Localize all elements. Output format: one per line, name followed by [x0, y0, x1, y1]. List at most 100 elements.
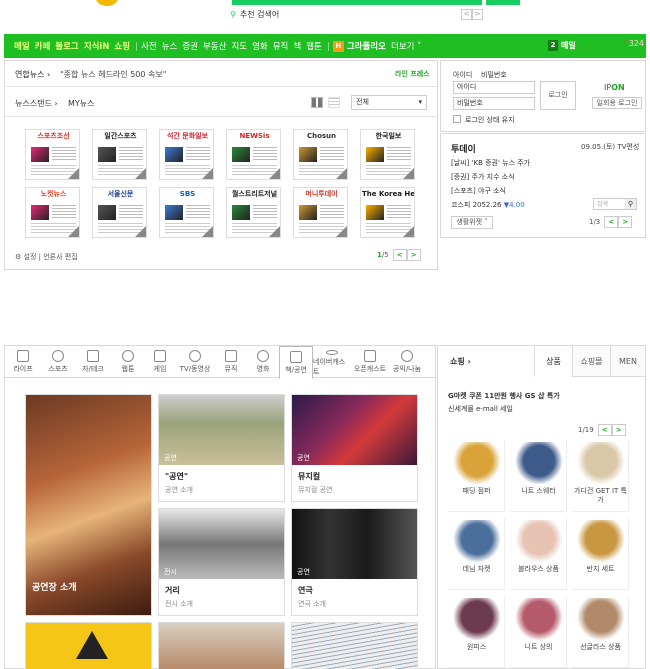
- search-suggestion[interactable]: ⚲ 추천 검색어: [230, 9, 279, 20]
- my-news-link[interactable]: MY뉴스: [68, 98, 95, 109]
- feature-tile[interactable]: 공연 연극 연극 소개: [291, 508, 418, 616]
- stock-index[interactable]: 코스피 2052.26 ▼4.00: [451, 200, 525, 210]
- nav-music[interactable]: 뮤직: [273, 40, 289, 52]
- product-item[interactable]: 니트 상의: [510, 596, 567, 668]
- today-line-2[interactable]: [증권] 주가 지수 소식: [451, 172, 515, 182]
- today-line-3[interactable]: [스포츠] 야구 소식: [451, 186, 506, 196]
- suggestion-prev-button[interactable]: <: [461, 9, 472, 20]
- onetime-login-button[interactable]: 일회용 로그인: [592, 97, 642, 109]
- news-prev-button[interactable]: <: [392, 249, 407, 261]
- product-item[interactable]: 가디건 GET IT 특가: [572, 440, 629, 512]
- promo-line-1[interactable]: G마켓 쿠폰 11만원 행사 GS 샵 특가: [448, 391, 560, 401]
- newspaper-card[interactable]: Chosun: [293, 129, 348, 180]
- newspaper-card[interactable]: 서울신문: [92, 187, 147, 238]
- newspaper-card[interactable]: 스포츠조선: [25, 129, 80, 180]
- search-icon[interactable]: ⚲: [625, 199, 636, 209]
- nav-cafe[interactable]: 카페: [35, 40, 51, 52]
- feature-tile[interactable]: [158, 622, 285, 669]
- today-date[interactable]: 09.05.(토) TV편성: [581, 142, 639, 152]
- shop-prev-button[interactable]: <: [597, 424, 612, 436]
- nav-dict[interactable]: 사전: [141, 40, 157, 52]
- tab-men[interactable]: MEN: [610, 346, 645, 377]
- newspaper-card[interactable]: 머니투데이: [293, 187, 348, 238]
- naver-logo-icon[interactable]: [95, 0, 119, 6]
- mail-count-label[interactable]: 메일: [561, 40, 576, 51]
- category-tab[interactable]: 공익/나눔: [389, 346, 425, 377]
- news-next-button[interactable]: >: [406, 249, 421, 261]
- mail-count-badge[interactable]: 2: [548, 40, 558, 51]
- category-tab[interactable]: 네이버캐스트: [313, 346, 351, 377]
- product-item[interactable]: 반지 세트: [572, 518, 629, 590]
- category-tab[interactable]: 웹툰: [111, 346, 145, 377]
- suggestion-next-button[interactable]: >: [472, 9, 483, 20]
- nav-book[interactable]: 책: [293, 40, 301, 52]
- product-item[interactable]: 블라우스 상품: [510, 518, 567, 590]
- category-tab[interactable]: 스포츠: [41, 346, 75, 377]
- today-prev-button[interactable]: <: [604, 216, 619, 228]
- promo-line-2[interactable]: 신세계몰 e-mall 세일: [448, 404, 513, 414]
- press-link[interactable]: 라인 프레스: [395, 69, 430, 79]
- nav-grafolio[interactable]: 그라폴리오: [347, 40, 386, 52]
- category-tab[interactable]: 책/공연: [279, 346, 313, 379]
- newspaper-card[interactable]: 일간스포츠: [92, 129, 147, 180]
- product-item[interactable]: 선글라스 상품: [572, 596, 629, 668]
- press-dropdown[interactable]: 전체 ▾: [351, 95, 427, 110]
- nav-kin[interactable]: 지식iN: [84, 40, 110, 52]
- nav-realestate[interactable]: 부동산: [203, 40, 226, 52]
- today-next-button[interactable]: >: [618, 216, 633, 228]
- category-tab[interactable]: 영화: [247, 346, 279, 377]
- shop-next-button[interactable]: >: [611, 424, 626, 436]
- keep-login-checkbox[interactable]: [453, 115, 461, 123]
- nav-webtoon[interactable]: 웹툰: [306, 40, 322, 52]
- category-tab[interactable]: 라이프: [5, 346, 41, 377]
- nav-news[interactable]: 뉴스: [162, 40, 178, 52]
- product-item[interactable]: 패딩 점퍼: [448, 440, 505, 512]
- nav-shopping[interactable]: 쇼핑: [114, 40, 130, 52]
- search-button[interactable]: [486, 0, 520, 5]
- feature-tile[interactable]: [291, 622, 418, 669]
- feature-tile[interactable]: [25, 622, 152, 669]
- nav-blog[interactable]: 블로그: [55, 40, 78, 52]
- newsstand-settings[interactable]: ⚙ 설정 | 언론사 편집: [15, 252, 78, 262]
- nav-more[interactable]: 더보기 ˅: [391, 40, 421, 52]
- life-widget-button[interactable]: 생활위젯 ˅: [451, 216, 493, 229]
- today-search-input[interactable]: 검색 ⚲: [593, 198, 637, 210]
- id-field[interactable]: 아이디: [453, 81, 535, 94]
- category-tab[interactable]: 자/테크: [75, 346, 111, 377]
- newspaper-card[interactable]: 노컷뉴스: [25, 187, 80, 238]
- grid-view-icon[interactable]: [311, 97, 323, 108]
- newspaper-card[interactable]: 월스트리트저널: [226, 187, 281, 238]
- newspaper-card[interactable]: 석간 문화일보: [159, 129, 214, 180]
- product-item[interactable]: 데님 자켓: [448, 518, 505, 590]
- category-tab[interactable]: 오픈캐스트: [351, 346, 389, 377]
- login-button[interactable]: 로그인: [540, 81, 576, 110]
- newspaper-card[interactable]: The Korea Herald: [360, 187, 415, 238]
- password-field[interactable]: 비밀번호: [453, 97, 535, 110]
- headline-text[interactable]: "종합 뉴스 헤드라인 500 속보": [60, 69, 166, 80]
- tab-product[interactable]: 상품: [534, 346, 572, 377]
- category-tab[interactable]: 게임: [145, 346, 175, 377]
- product-item[interactable]: 니트 스웨터: [510, 440, 567, 512]
- category-tab[interactable]: 뮤직: [215, 346, 247, 377]
- feature-tile[interactable]: 공연 뮤지컬 뮤지컬 공연: [291, 394, 418, 502]
- today-line-1[interactable]: [날씨] 'KB 증권' 뉴스 주가: [451, 158, 530, 168]
- search-input[interactable]: [232, 0, 482, 5]
- tab-mall[interactable]: 쇼핑몰: [572, 346, 610, 377]
- newsstand-link[interactable]: 뉴스스탠드 ›: [15, 98, 58, 109]
- newspaper-card[interactable]: SBS: [159, 187, 214, 238]
- headline-source[interactable]: 연합뉴스 ›: [15, 69, 50, 80]
- shopping-title[interactable]: 쇼핑 ›: [450, 356, 471, 367]
- nav-map[interactable]: 지도: [231, 40, 247, 52]
- category-tab[interactable]: TV/동영상: [175, 346, 215, 377]
- product-item[interactable]: 원피스: [448, 596, 505, 668]
- nav-movie[interactable]: 영화: [252, 40, 268, 52]
- list-view-icon[interactable]: [328, 97, 340, 108]
- ip-security-toggle[interactable]: IPON: [604, 83, 625, 92]
- newspaper-card[interactable]: NEWSis: [226, 129, 281, 180]
- feature-tile-main[interactable]: 공연장 소개: [25, 394, 152, 616]
- newspaper-card[interactable]: 한국일보: [360, 129, 415, 180]
- nav-mail[interactable]: 메일: [14, 40, 30, 52]
- feature-tile[interactable]: 공연 "공연" 공연 소개: [158, 394, 285, 502]
- feature-tile[interactable]: 전시 거리 전시 소개: [158, 508, 285, 616]
- nav-stock[interactable]: 증권: [182, 40, 198, 52]
